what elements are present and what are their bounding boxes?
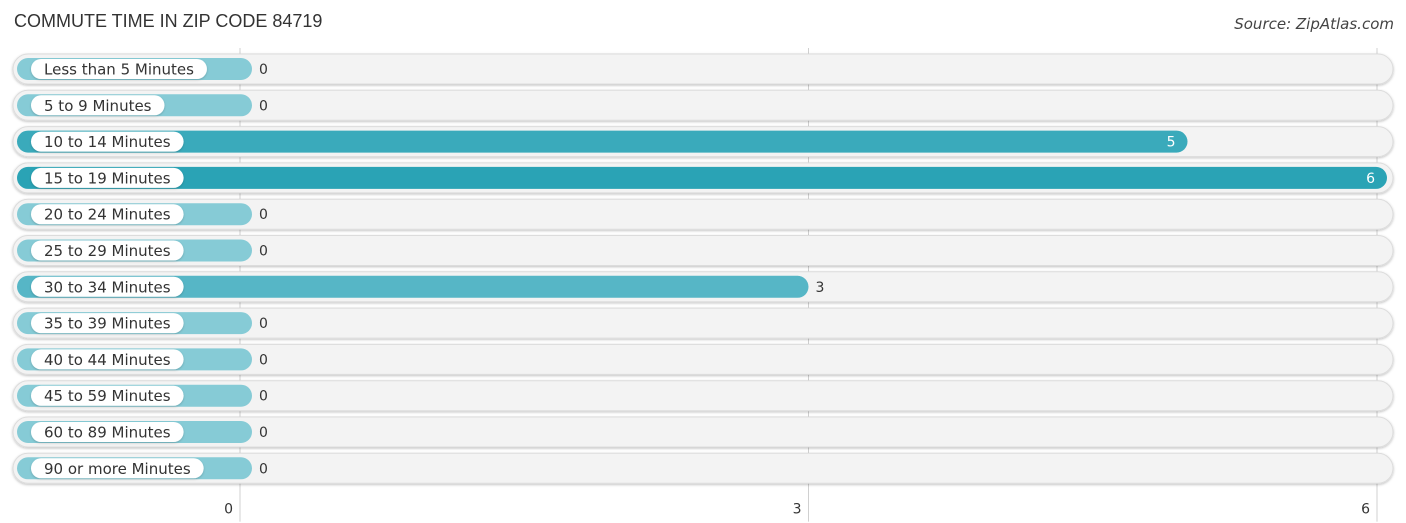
value-label: 5 (1167, 135, 1176, 151)
category-label: 60 to 89 Minutes (44, 424, 171, 442)
bar-row: 10 to 14 Minutes 5 (12, 126, 1394, 158)
value-label: 0 (259, 62, 268, 78)
value-label: 0 (259, 98, 268, 114)
value-label: 0 (259, 389, 268, 405)
category-label: 5 to 9 Minutes (44, 97, 152, 115)
category-label: 40 to 44 Minutes (44, 351, 171, 369)
x-tick-label: 3 (793, 502, 802, 518)
bar-chart: Less than 5 Minutes 0 5 to 9 Minutes 0 10 to… (12, 48, 1394, 522)
category-label: 30 to 34 Minutes (44, 278, 171, 296)
value-label: 0 (259, 425, 268, 441)
bar-row: 90 or more Minutes 0 (12, 452, 1394, 484)
value-label: 0 (259, 244, 268, 260)
category-label: 45 to 59 Minutes (44, 387, 171, 405)
bar-row: 25 to 29 Minutes 0 (12, 235, 1394, 266)
bar-rows: Less than 5 Minutes 0 5 to 9 Minutes 0 10 to… (12, 53, 1394, 484)
bar-row: 5 to 9 Minutes 0 (12, 89, 1394, 121)
value-label: 0 (259, 461, 268, 477)
x-tick-label: 6 (1361, 502, 1370, 518)
category-label: Less than 5 Minutes (44, 61, 194, 79)
category-label: 20 to 24 Minutes (44, 206, 171, 224)
value-label: 0 (259, 352, 268, 368)
category-label: 10 to 14 Minutes (44, 133, 171, 151)
category-label: 15 to 19 Minutes (44, 169, 171, 187)
bar-row: 35 to 39 Minutes 0 (12, 307, 1394, 339)
value-label: 3 (816, 280, 825, 296)
category-label: 90 or more Minutes (44, 460, 191, 478)
x-axis-ticks: 0 3 6 (224, 502, 1370, 518)
bar[interactable] (17, 166, 1387, 189)
category-label: 25 to 29 Minutes (44, 242, 171, 260)
value-label: 0 (259, 207, 268, 223)
bar-row: 30 to 34 Minutes 3 (12, 271, 1394, 303)
bar[interactable] (17, 130, 1188, 153)
value-label: 0 (259, 316, 268, 332)
x-tick-label: 0 (224, 502, 233, 518)
bar-row: 45 to 59 Minutes 0 (12, 380, 1394, 412)
bar-row: 40 to 44 Minutes 0 (12, 343, 1394, 375)
bar-row: 60 to 89 Minutes 0 (12, 416, 1394, 448)
category-label: 35 to 39 Minutes (44, 315, 171, 333)
bar-row: 20 to 24 Minutes 0 (12, 198, 1394, 230)
bar-row: Less than 5 Minutes 0 (12, 53, 1394, 85)
bar-row: 15 to 19 Minutes 6 (12, 162, 1394, 194)
value-label: 6 (1366, 171, 1375, 187)
